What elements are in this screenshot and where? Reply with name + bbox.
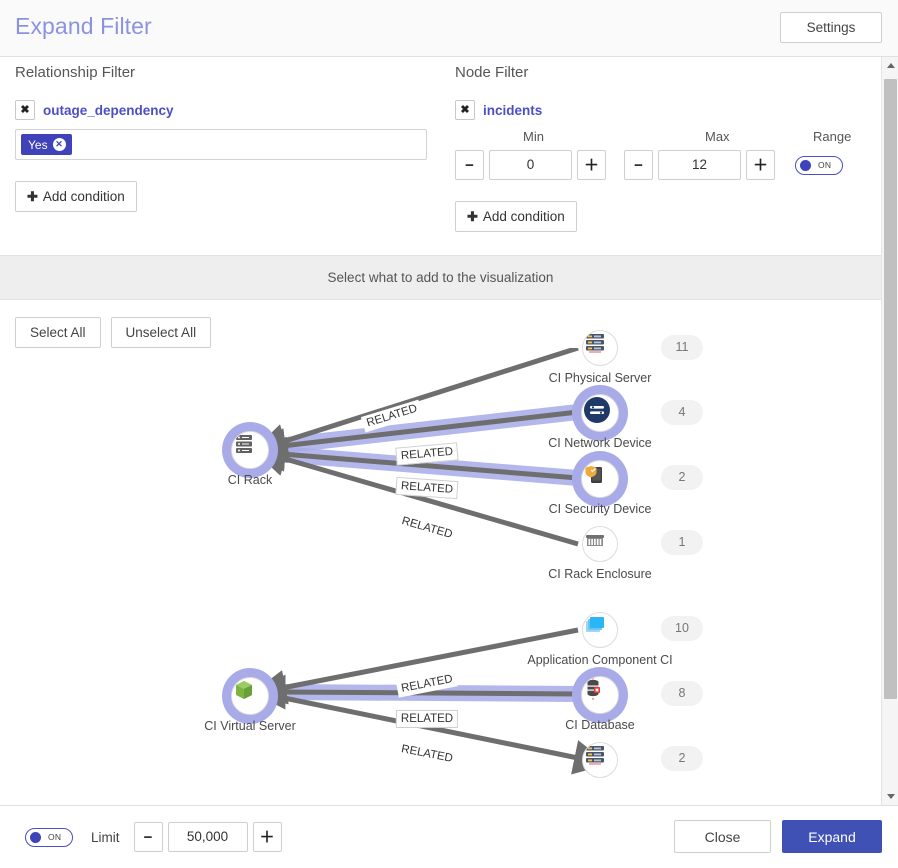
footer-limit-controls: ON Limit − 50,000 ＋ xyxy=(25,822,282,852)
selection-buttons: Select All Unselect All xyxy=(0,300,881,348)
max-increment-button[interactable]: ＋ xyxy=(746,150,775,180)
dialog-header: Expand Filter Settings xyxy=(0,0,898,57)
graph-visualization: RELATED RELATED RELATED RELATED RELATED … xyxy=(0,348,881,805)
node-label: CI Virtual Server xyxy=(204,719,295,733)
node-label: Application Component CI xyxy=(527,653,672,667)
add-relationship-condition-button[interactable]: ✚ Add condition xyxy=(15,181,137,212)
expand-filter-dialog: Expand Filter Settings Relationship Filt… xyxy=(0,0,898,868)
settings-button[interactable]: Settings xyxy=(780,12,882,43)
node-label: CI Physical Server xyxy=(549,371,652,385)
min-label: Min xyxy=(523,129,544,144)
max-decrement-button[interactable]: − xyxy=(624,150,653,180)
node-count-badge: 2 xyxy=(661,465,703,490)
relationship-filter-column: Relationship Filter ✖ outage_dependency … xyxy=(15,64,435,212)
rack-icon xyxy=(231,431,269,469)
close-button[interactable]: Close xyxy=(674,820,771,853)
add-node-condition-button[interactable]: ✚ Add condition xyxy=(455,201,577,232)
relationship-condition-row: ✖ outage_dependency xyxy=(15,100,435,120)
expand-button[interactable]: Expand xyxy=(782,820,882,853)
node-count-badge: 8 xyxy=(661,681,703,706)
min-input[interactable]: 0 xyxy=(489,150,572,180)
physical-server-icon xyxy=(582,742,618,778)
node-filter-labels: Min Max Range xyxy=(455,129,855,148)
scroll-down-icon[interactable] xyxy=(882,788,898,805)
node-condition-row: ✖ incidents xyxy=(455,100,855,120)
network-device-icon xyxy=(581,394,619,432)
node-count-badge: 2 xyxy=(661,746,703,771)
min-decrement-button[interactable]: − xyxy=(455,150,484,180)
limit-input[interactable]: 50,000 xyxy=(168,822,248,852)
value-chip-label: Yes xyxy=(28,138,48,152)
virtual-server-icon xyxy=(231,677,269,715)
relationship-value-input[interactable]: Yes ✕ xyxy=(15,129,427,160)
range-toggle-state: ON xyxy=(818,160,831,170)
node-filter-column: Node Filter ✖ incidents Min Max Range − … xyxy=(455,64,855,232)
footer-actions: Close Expand xyxy=(674,820,882,853)
node-label: CI Rack Enclosure xyxy=(548,567,652,581)
rack-enclosure-icon xyxy=(582,526,618,562)
relationship-filter-heading: Relationship Filter xyxy=(15,64,435,81)
limit-toggle[interactable]: ON xyxy=(25,828,73,847)
dialog-body: Relationship Filter ✖ outage_dependency … xyxy=(0,57,898,805)
max-label: Max xyxy=(705,129,730,144)
node-count-badge: 11 xyxy=(661,335,703,360)
remove-relationship-condition-icon[interactable]: ✖ xyxy=(15,100,35,120)
select-all-button[interactable]: Select All xyxy=(15,317,101,348)
limit-decrement-button[interactable]: − xyxy=(134,822,163,852)
limit-toggle-knob xyxy=(30,832,41,843)
application-component-icon xyxy=(582,612,618,648)
node-label: CI Database xyxy=(565,718,634,732)
limit-increment-button[interactable]: ＋ xyxy=(253,822,282,852)
physical-server-icon xyxy=(582,330,618,366)
filters-section: Relationship Filter ✖ outage_dependency … xyxy=(0,57,881,255)
range-label: Range xyxy=(813,129,851,144)
max-input[interactable]: 12 xyxy=(658,150,741,180)
node-label: CI Rack xyxy=(228,473,272,487)
scrollbar-thumb[interactable] xyxy=(884,79,897,699)
node-count-badge: 1 xyxy=(661,530,703,555)
add-relationship-condition-label: Add condition xyxy=(43,189,125,204)
node-label: CI Security Device xyxy=(549,502,652,516)
plus-icon: ✚ xyxy=(27,189,38,205)
page-title: Expand Filter xyxy=(15,13,152,40)
node-count-badge: 10 xyxy=(661,616,703,641)
limit-toggle-state: ON xyxy=(48,832,61,842)
range-toggle-knob xyxy=(800,160,811,171)
scroll-up-icon[interactable] xyxy=(882,57,898,74)
database-icon xyxy=(581,676,619,714)
graph-edges xyxy=(0,348,881,805)
node-filter-heading: Node Filter xyxy=(455,64,855,81)
node-label: CI Network Device xyxy=(548,436,652,450)
node-filter-controls: − 0 ＋ − 12 ＋ ON xyxy=(455,150,855,180)
min-increment-button[interactable]: ＋ xyxy=(577,150,606,180)
vertical-scrollbar[interactable] xyxy=(881,57,898,805)
relationship-condition-name[interactable]: outage_dependency xyxy=(43,103,174,118)
security-device-icon xyxy=(581,460,619,498)
range-toggle[interactable]: ON xyxy=(795,156,843,175)
add-node-condition-label: Add condition xyxy=(483,209,565,224)
node-count-badge: 4 xyxy=(661,400,703,425)
unselect-all-button[interactable]: Unselect All xyxy=(111,317,212,348)
scroll-content: Relationship Filter ✖ outage_dependency … xyxy=(0,57,881,805)
visualization-banner: Select what to add to the visualization xyxy=(0,255,881,300)
dialog-footer: ON Limit − 50,000 ＋ Close Expand xyxy=(0,805,898,868)
remove-node-condition-icon[interactable]: ✖ xyxy=(455,100,475,120)
node-condition-name[interactable]: incidents xyxy=(483,103,542,118)
value-chip: Yes ✕ xyxy=(21,134,72,155)
limit-label: Limit xyxy=(91,830,120,845)
edge-label: RELATED xyxy=(396,710,458,728)
value-chip-remove-icon[interactable]: ✕ xyxy=(53,138,66,151)
plus-icon: ✚ xyxy=(467,209,478,225)
